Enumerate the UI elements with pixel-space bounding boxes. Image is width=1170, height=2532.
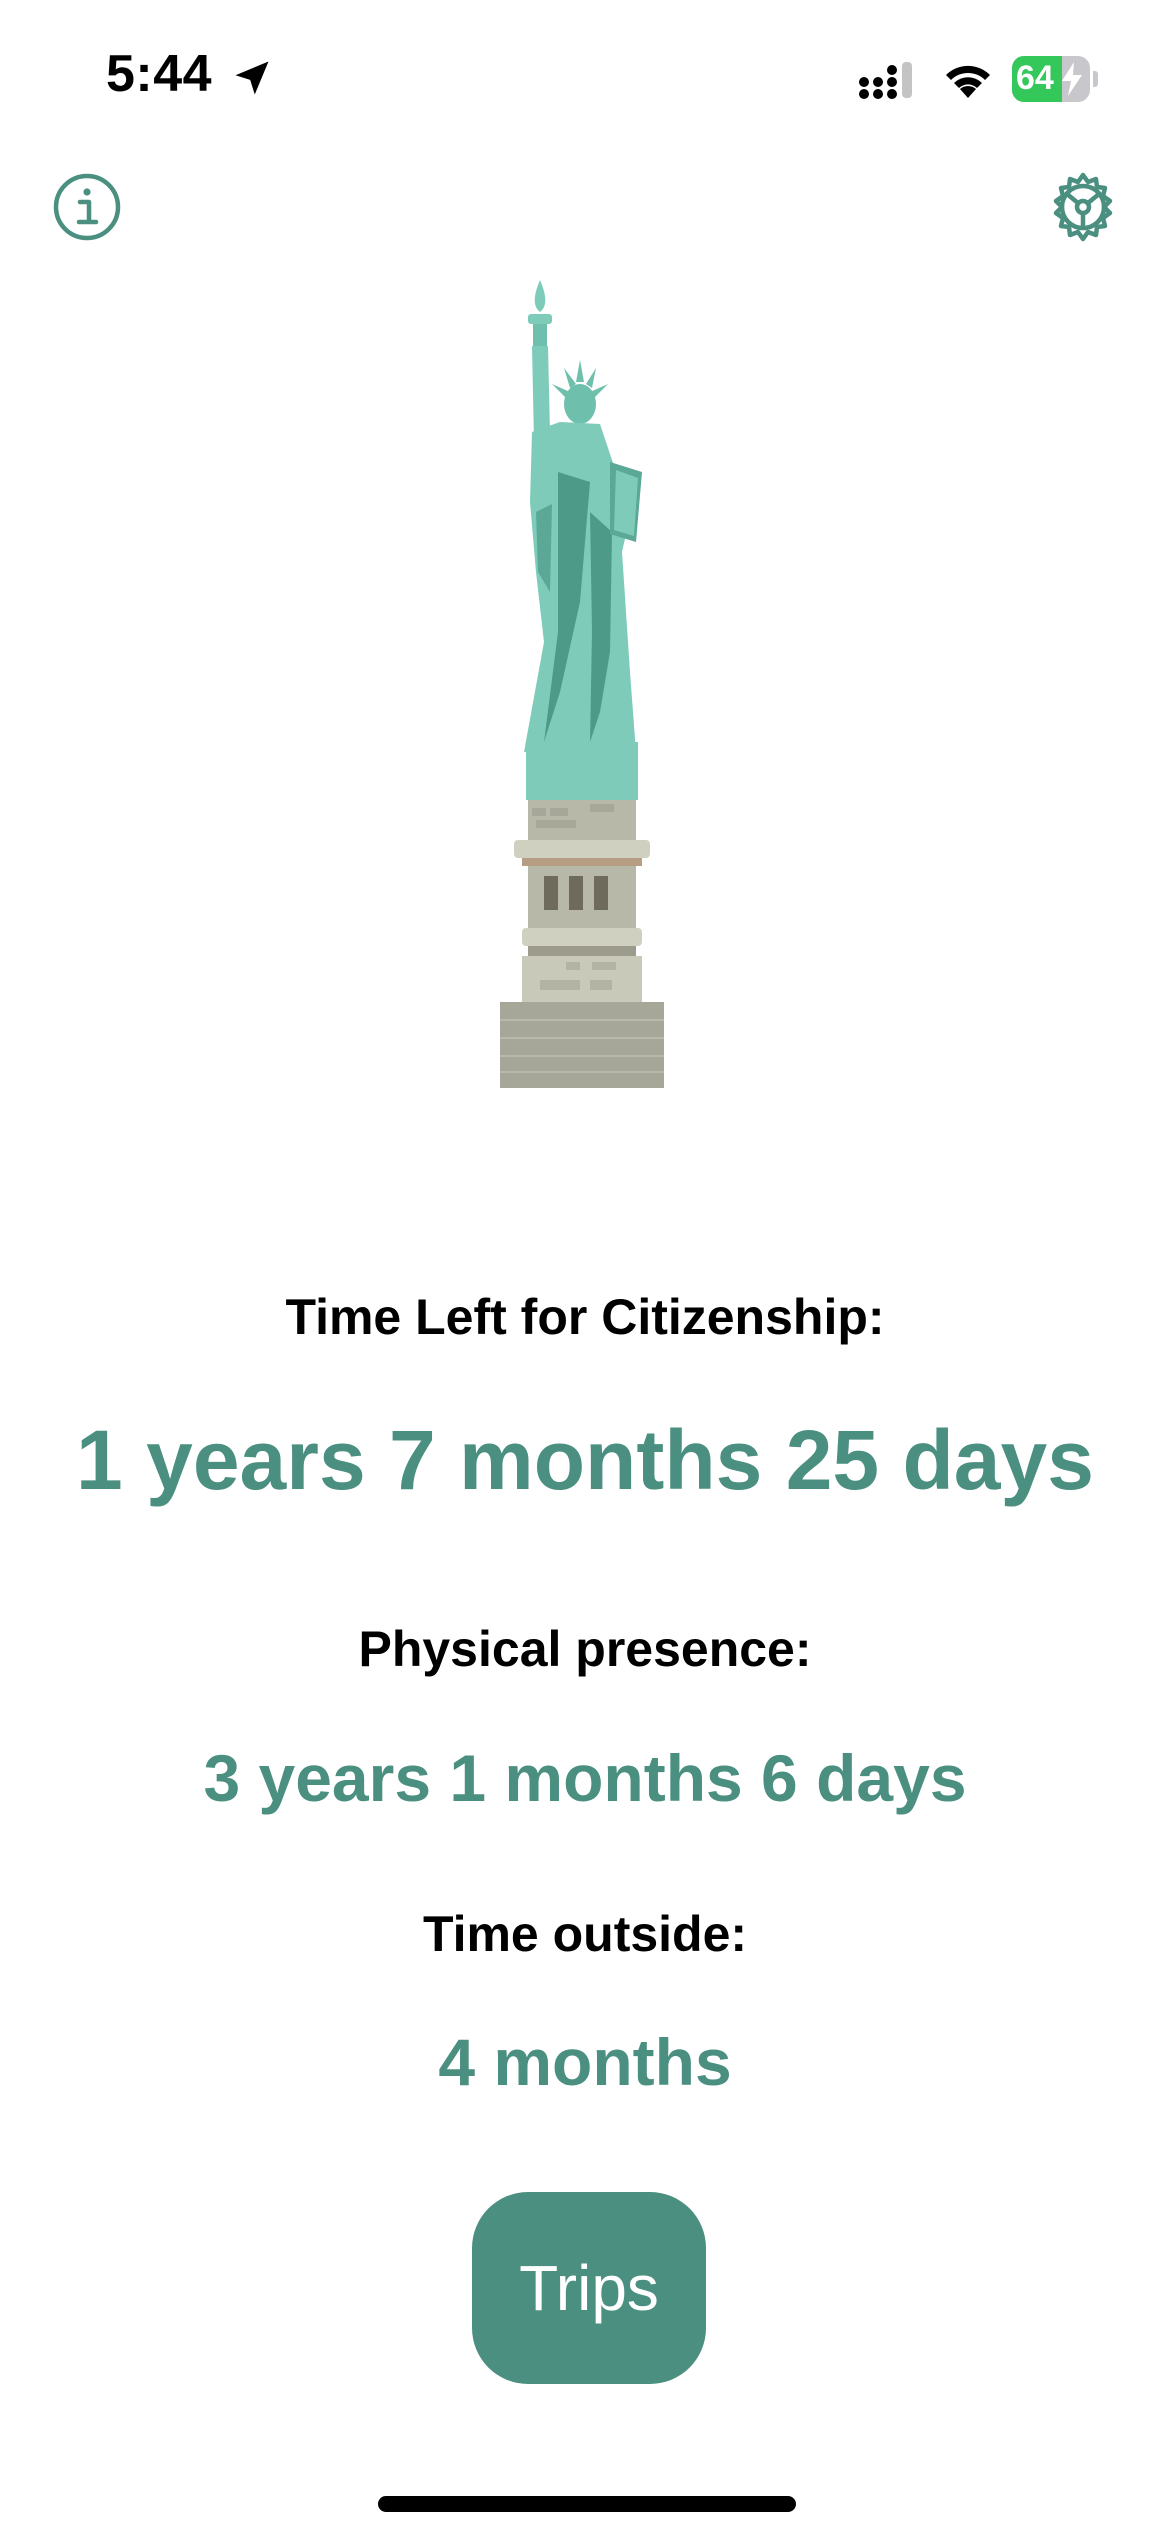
charging-bolt-icon <box>1062 62 1082 96</box>
statue-of-liberty-illustration <box>500 280 664 1088</box>
time-outside-label: Time outside: <box>422 1906 748 1962</box>
time-left-value: 1 years 7 months 25 days <box>76 1413 1094 1507</box>
cellular-signal-icon <box>859 62 912 99</box>
info-icon[interactable] <box>52 172 122 242</box>
status-bar: 5:44 64 <box>0 0 1170 150</box>
trips-button[interactable]: Trips <box>472 2192 706 2384</box>
battery-indicator: 64 <box>1012 56 1098 102</box>
gear-icon[interactable] <box>1048 172 1118 242</box>
wifi-icon <box>946 65 990 98</box>
physical-presence-value: 3 years 1 months 6 days <box>203 1741 967 1815</box>
time-outside-value: 4 months <box>438 2025 732 2099</box>
battery-level: 64 <box>1016 59 1054 97</box>
time-left-label: Time Left for Citizenship: <box>285 1289 885 1345</box>
status-time: 5:44 <box>106 45 213 103</box>
location-arrow-icon <box>235 61 269 95</box>
physical-presence-label: Physical presence: <box>358 1621 812 1677</box>
home-indicator[interactable] <box>378 2496 796 2512</box>
